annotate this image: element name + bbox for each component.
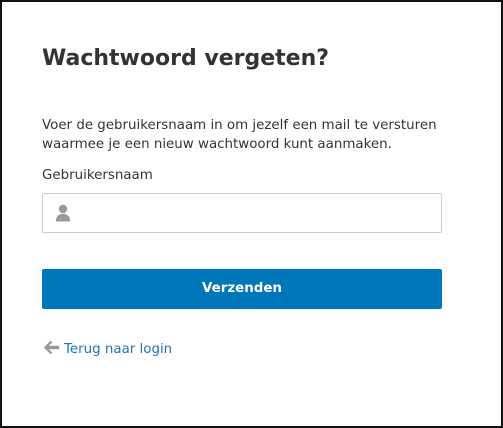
forgot-password-panel: Wachtwoord vergeten? Voer de gebruikersn… <box>0 0 503 428</box>
arrow-left-icon <box>43 340 60 355</box>
instructions-text: Voer de gebruikersnaam in om jezelf een … <box>42 116 462 154</box>
page-title: Wachtwoord vergeten? <box>42 46 329 71</box>
user-icon <box>55 204 71 222</box>
back-to-login-link[interactable]: Terug naar login <box>43 340 172 360</box>
username-field[interactable] <box>42 193 442 233</box>
username-label: Gebruikersnaam <box>42 168 153 183</box>
instructions-line-2: waarmee je een nieuw wachtwoord kunt aan… <box>42 137 392 152</box>
instructions-line-1: Voer de gebruikersnaam in om jezelf een … <box>42 118 437 133</box>
username-input[interactable] <box>79 194 435 232</box>
submit-button[interactable]: Verzenden <box>42 269 442 309</box>
back-to-login-label[interactable]: Terug naar login <box>64 342 172 357</box>
